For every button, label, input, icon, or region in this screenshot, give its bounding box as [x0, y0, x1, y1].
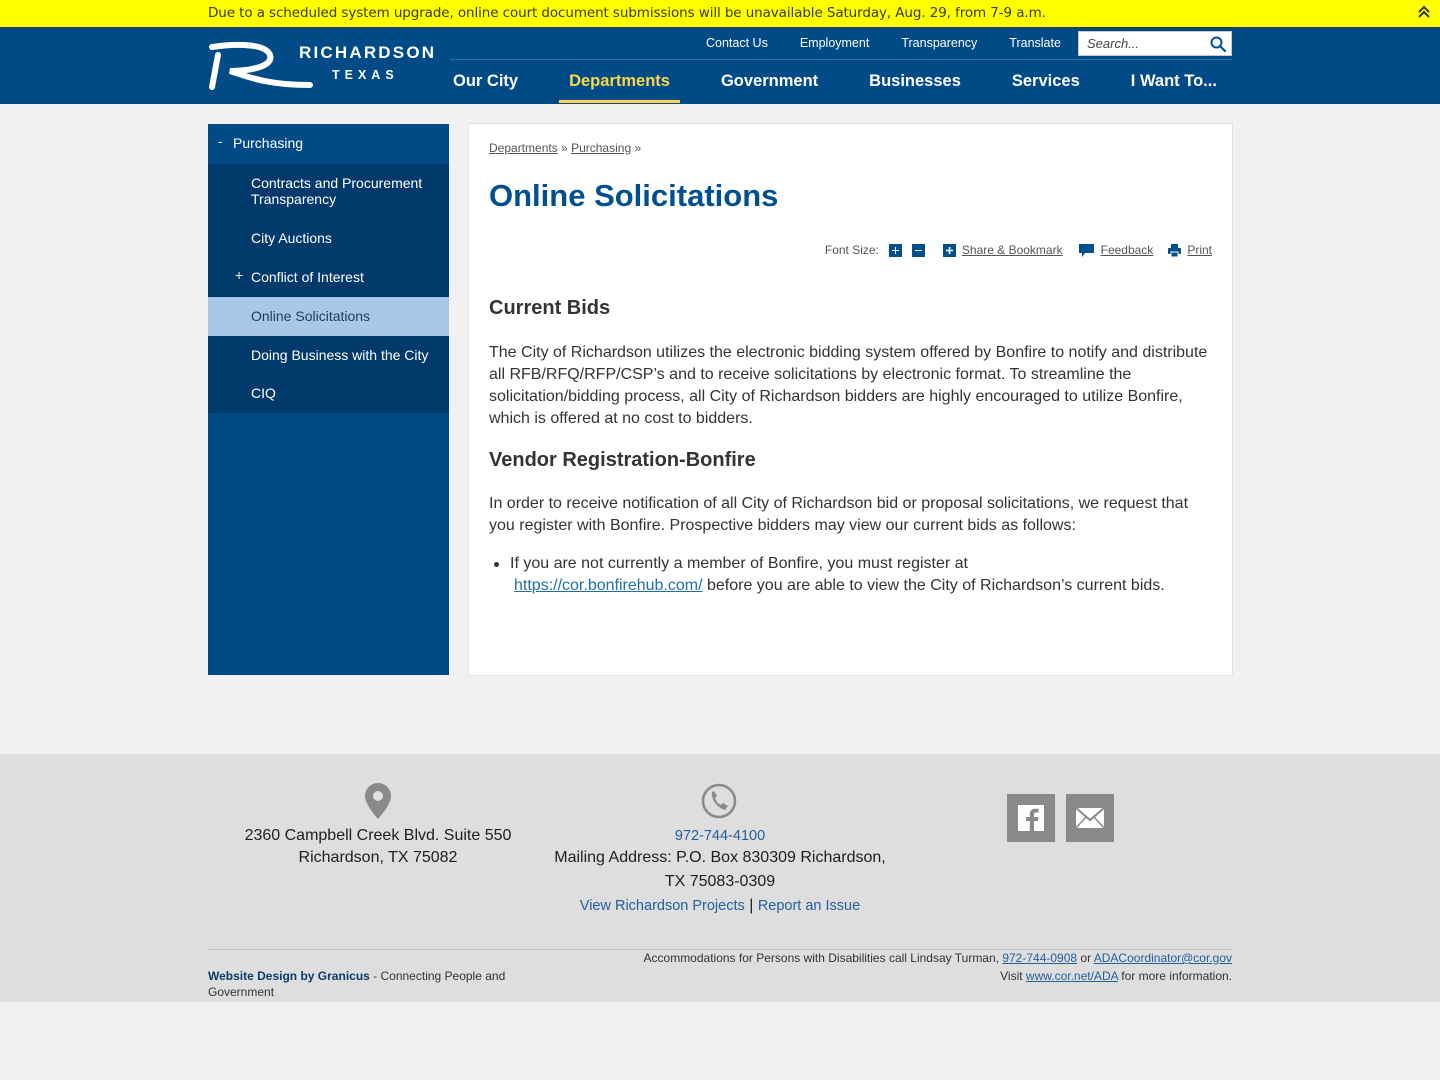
link-separator: |: [749, 897, 754, 914]
list-item: If you are not currently a member of Bon…: [494, 553, 1210, 597]
ada-text: Accommodations for Persons with Disabili…: [643, 951, 1003, 965]
phone-icon: [701, 783, 737, 819]
mail-icon: [1075, 807, 1105, 829]
share-plus-icon: [942, 243, 956, 257]
page-tools: Font Size: Share & Bookmark Feedback Pri…: [825, 243, 1212, 257]
print-icon: [1168, 243, 1182, 257]
report-issue-link[interactable]: Report an Issue: [758, 898, 860, 914]
current-bids-paragraph: The City of Richardson utilizes the elec…: [489, 344, 1208, 427]
address-line2: Richardson, TX 75082: [298, 849, 458, 866]
content-panel: Departments » Purchasing » Online Solici…: [468, 123, 1233, 676]
font-increase-icon[interactable]: [888, 243, 902, 257]
footer-contact: 972-744-4100 Mailing Address: P.O. Box 8…: [520, 825, 920, 917]
share-bookmark-link[interactable]: Share & Bookmark: [962, 243, 1063, 257]
expand-toggle[interactable]: +: [235, 267, 243, 283]
collapse-alert-icon[interactable]: [1416, 3, 1432, 21]
footer-credit: Website Design by Granicus - Connecting …: [208, 968, 528, 1000]
bullet-text: If you are not currently a member of Bon…: [510, 555, 968, 572]
sidebar-item-city-auctions[interactable]: City Auctions: [208, 218, 449, 257]
site-header: RICHARDSON TEXAS Contact Us Employment T…: [0, 27, 1440, 104]
font-size-label: Font Size:: [824, 243, 879, 257]
granicus-link[interactable]: Website Design by Granicus: [208, 969, 370, 983]
ada-email-link[interactable]: ADACoordinator@cor.gov: [1094, 951, 1232, 965]
sidebar-item-ciq[interactable]: CIQ: [208, 375, 449, 413]
logo-state: TEXAS: [332, 68, 399, 82]
print-link[interactable]: Print: [1187, 243, 1212, 257]
vendor-registration-heading: Vendor Registration-Bonfire: [489, 449, 756, 471]
bonfire-link[interactable]: https://cor.bonfirehub.com/: [514, 577, 703, 594]
mailing-line1: Mailing Address: P.O. Box 830309 Richard…: [554, 849, 886, 866]
nav-government[interactable]: Government: [711, 60, 828, 103]
address-line1: 2360 Campbell Creek Blvd. Suite 550: [244, 827, 512, 844]
nav-services[interactable]: Services: [1002, 60, 1090, 103]
nav-departments[interactable]: Departments: [559, 60, 680, 103]
breadcrumb: Departments » Purchasing »: [489, 141, 641, 155]
footer-address: 2360 Campbell Creek Blvd. Suite 550 Rich…: [208, 825, 548, 869]
sidebar-item-label: Online Solicitations: [251, 308, 371, 324]
email-button[interactable]: [1066, 794, 1114, 842]
feedback-link[interactable]: Feedback: [1101, 243, 1154, 257]
breadcrumb-separator: »: [561, 141, 568, 155]
nav-our-city[interactable]: Our City: [443, 60, 528, 103]
alert-banner: Due to a scheduled system upgrade, onlin…: [0, 0, 1440, 27]
search-input[interactable]: [1079, 32, 1205, 55]
sidebar-item-online-solicitations[interactable]: Online Solicitations: [208, 297, 449, 336]
bullet-dot: [494, 562, 499, 567]
sidebar-nav: - Purchasing Contracts and Procurement T…: [208, 124, 449, 675]
search-icon[interactable]: [1209, 35, 1227, 53]
alert-text: Due to a scheduled system upgrade, onlin…: [208, 5, 1046, 21]
ada-notice: Accommodations for Persons with Disabili…: [644, 949, 1232, 985]
sidebar-item-label: CIQ: [251, 385, 276, 401]
transparency-link[interactable]: Transparency: [885, 32, 993, 56]
ada-more-text: for more information.: [1117, 969, 1232, 983]
breadcrumb-purchasing[interactable]: Purchasing: [571, 141, 631, 155]
ada-phone-link[interactable]: 972-744-0908: [1002, 951, 1077, 965]
sidebar-item-label: Doing Business with the City: [251, 347, 429, 363]
bullet-text-end: before you are able to view the City of …: [702, 577, 1165, 594]
mailing-line2: TX 75083-0309: [664, 873, 776, 890]
ada-or-text: or: [1077, 951, 1094, 965]
facebook-icon: [1018, 805, 1044, 831]
footer-phone-link[interactable]: 972-744-4100: [675, 828, 765, 844]
facebook-button[interactable]: [1007, 794, 1055, 842]
sidebar-item-purchasing[interactable]: - Purchasing: [208, 124, 449, 164]
sidebar-item-contracts-transparency[interactable]: Contracts and Procurement Transparency: [208, 164, 449, 218]
sidebar-item-label: City Auctions: [251, 230, 332, 246]
sidebar-item-label: Conflict of Interest: [251, 269, 364, 285]
utility-links: Contact Us Employment Transparency Trans…: [690, 32, 1077, 56]
feedback-icon: [1078, 243, 1094, 257]
collapse-toggle[interactable]: -: [218, 133, 223, 149]
contact-us-link[interactable]: Contact Us: [690, 32, 784, 56]
sidebar-item-label: Purchasing: [233, 135, 304, 151]
location-pin-icon: [365, 783, 391, 819]
translate-link[interactable]: Translate: [993, 32, 1077, 56]
sidebar-item-conflict-of-interest[interactable]: + Conflict of Interest: [208, 257, 449, 297]
page-title: Online Solicitations: [489, 178, 779, 213]
employment-link[interactable]: Employment: [784, 32, 885, 56]
sidebar-item-label: Contracts and Procurement Transparency: [251, 175, 423, 207]
view-projects-link[interactable]: View Richardson Projects: [580, 898, 745, 914]
logo-wordmark: RICHARDSON: [299, 43, 437, 62]
font-decrease-icon[interactable]: [911, 243, 925, 257]
nav-i-want-to[interactable]: I Want To...: [1121, 60, 1227, 103]
nav-businesses[interactable]: Businesses: [859, 60, 971, 103]
ada-site-link[interactable]: www.cor.net/ADA: [1026, 969, 1118, 983]
ada-visit-text: Visit: [1000, 969, 1026, 983]
main-nav: Our City Departments Government Business…: [443, 60, 1258, 106]
vendor-registration-paragraph: In order to receive notification of all …: [489, 495, 1189, 534]
current-bids-heading: Current Bids: [489, 297, 611, 319]
breadcrumb-separator: »: [634, 141, 642, 155]
sidebar-item-doing-business[interactable]: Doing Business with the City: [208, 336, 449, 375]
search-box: [1078, 31, 1232, 56]
city-logo[interactable]: RICHARDSON TEXAS: [208, 41, 434, 93]
site-footer: 2360 Campbell Creek Blvd. Suite 550 Rich…: [0, 754, 1440, 1002]
breadcrumb-departments[interactable]: Departments: [489, 141, 558, 155]
